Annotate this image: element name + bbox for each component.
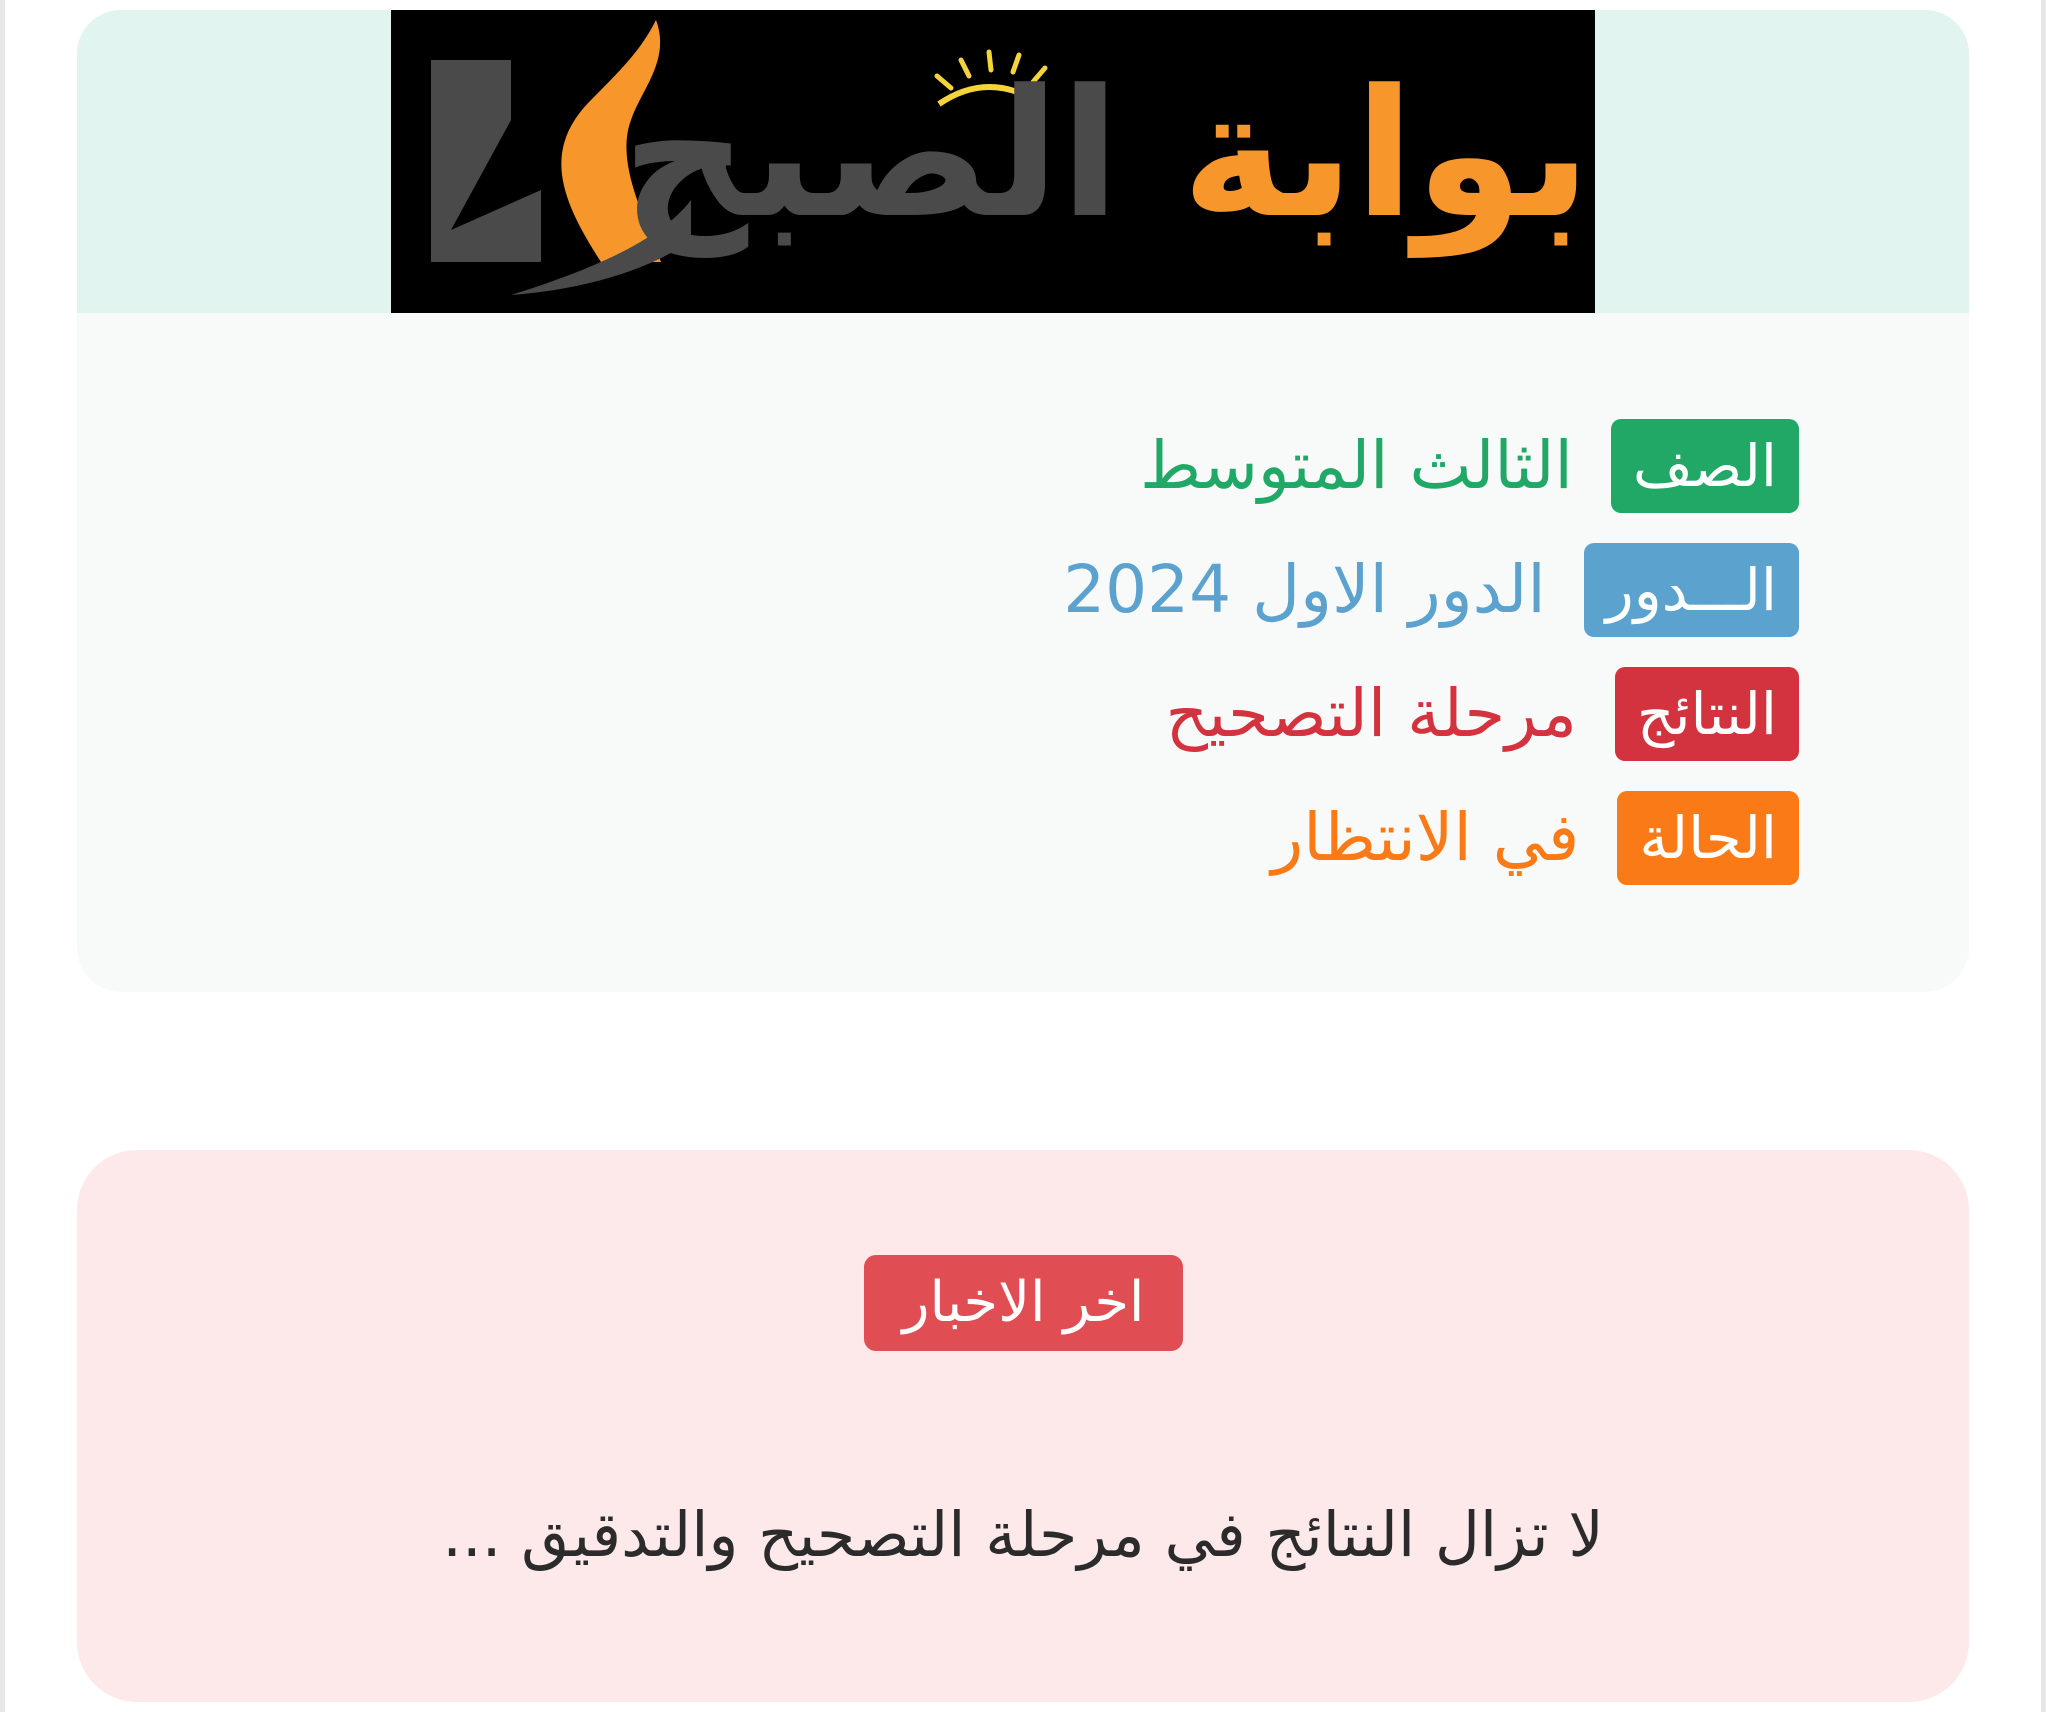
- status-rows: الصف الثالث المتوسط الـــدور الدور الاول…: [599, 418, 1799, 914]
- news-message: لا تزال النتائج في مرحلة التصحيح والتدقي…: [442, 1498, 1604, 1571]
- results-badge: النتائج: [1614, 667, 1799, 761]
- results-status-card: بوابة الصبح الصف الثالث المتوسط الـــدور…: [77, 10, 1969, 992]
- grade-badge: الصف: [1610, 419, 1799, 513]
- row-results: النتائج مرحلة التصحيح: [599, 666, 1799, 762]
- page-edge-left: [0, 0, 5, 1712]
- grade-value: الثالث المتوسط: [1139, 427, 1573, 504]
- row-status: الحالة في الانتظار: [599, 790, 1799, 886]
- logo-wordmark: بوابة الصبح: [622, 20, 1595, 290]
- site-logo: بوابة الصبح: [391, 10, 1595, 313]
- logo-word-secondary: الصبح: [621, 52, 1125, 257]
- round-value: الدور الاول 2024: [1063, 551, 1546, 628]
- row-grade: الصف الثالث المتوسط: [599, 418, 1799, 514]
- status-badge: الحالة: [1617, 791, 1799, 885]
- latest-news-badge: اخر الاخبار: [864, 1255, 1183, 1351]
- page-edge-right: [2041, 0, 2046, 1712]
- round-badge: الـــدور: [1583, 543, 1799, 637]
- status-value: في الانتظار: [1271, 799, 1580, 876]
- results-value: مرحلة التصحيح: [1165, 675, 1577, 752]
- logo-word-primary: بوابة: [1181, 52, 1595, 257]
- row-round: الـــدور الدور الاول 2024: [599, 542, 1799, 638]
- latest-news-card: اخر الاخبار لا تزال النتائج في مرحلة الت…: [77, 1150, 1969, 1702]
